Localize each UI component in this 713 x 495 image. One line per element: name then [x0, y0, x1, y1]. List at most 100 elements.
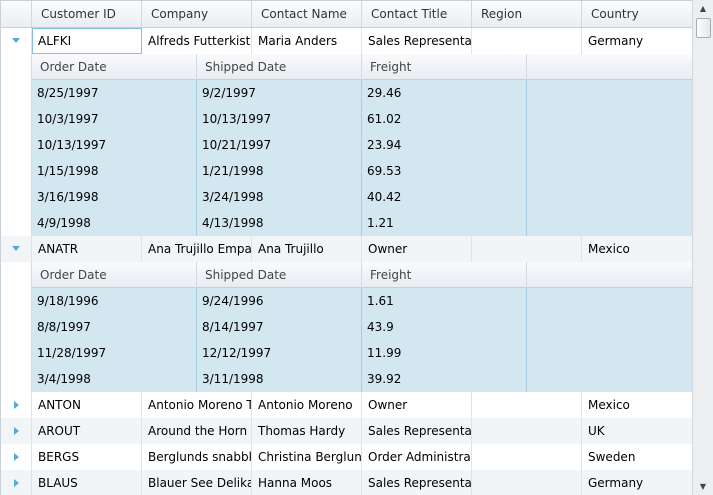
cell-shipped-date[interactable]: 12/12/1997: [197, 340, 362, 366]
header-contact-title[interactable]: Contact Title: [362, 1, 472, 27]
order-row[interactable]: 8/8/1997 8/14/1997 43.9: [32, 314, 692, 340]
cell-order-date[interactable]: 9/18/1996: [32, 288, 197, 314]
cell-freight[interactable]: 69.53: [362, 158, 527, 184]
expand-toggle[interactable]: [1, 444, 32, 470]
header-freight[interactable]: Freight: [362, 262, 527, 288]
cell-company[interactable]: Alfreds Futterkiste: [142, 28, 252, 54]
cell-order-date[interactable]: 8/8/1997: [32, 314, 197, 340]
cell-region[interactable]: [472, 470, 582, 495]
cell-order-date[interactable]: 8/25/1997: [32, 80, 197, 106]
table-row[interactable]: BLAUS Blauer See Delikatessen Hanna Moos…: [1, 470, 692, 495]
cell-company[interactable]: Berglunds snabbköp: [142, 444, 252, 470]
cell-region[interactable]: [472, 28, 582, 54]
header-shipped-date[interactable]: Shipped Date: [197, 54, 362, 80]
expand-toggle[interactable]: [1, 418, 32, 444]
header-customer-id[interactable]: Customer ID: [32, 1, 142, 27]
header-shipped-date[interactable]: Shipped Date: [197, 262, 362, 288]
table-row[interactable]: ALFKI Alfreds Futterkiste Maria Anders S…: [1, 28, 692, 54]
cell-country[interactable]: UK: [582, 418, 692, 444]
cell-region[interactable]: [472, 236, 582, 262]
header-order-date[interactable]: Order Date: [32, 262, 197, 288]
cell-freight[interactable]: 1.61: [362, 288, 527, 314]
cell-freight[interactable]: 39.92: [362, 366, 527, 392]
order-row[interactable]: 9/18/1996 9/24/1996 1.61: [32, 288, 692, 314]
header-freight[interactable]: Freight: [362, 54, 527, 80]
cell-customer-id[interactable]: ALFKI: [32, 28, 142, 54]
scroll-down-arrow-icon[interactable]: ▼: [693, 478, 713, 495]
cell-order-date[interactable]: 1/15/1998: [32, 158, 197, 184]
cell-region[interactable]: [472, 444, 582, 470]
cell-freight[interactable]: 1.21: [362, 210, 527, 236]
cell-contact-name[interactable]: Thomas Hardy: [252, 418, 362, 444]
cell-country[interactable]: Germany: [582, 28, 692, 54]
table-row[interactable]: ANTON Antonio Moreno Taquería Antonio Mo…: [1, 392, 692, 418]
cell-order-date[interactable]: 10/13/1997: [32, 132, 197, 158]
cell-shipped-date[interactable]: 10/13/1997: [197, 106, 362, 132]
scrollbar-thumb[interactable]: [696, 18, 711, 38]
cell-customer-id[interactable]: ANATR: [32, 236, 142, 262]
cell-shipped-date[interactable]: 4/13/1998: [197, 210, 362, 236]
cell-shipped-date[interactable]: 3/24/1998: [197, 184, 362, 210]
cell-order-date[interactable]: 10/3/1997: [32, 106, 197, 132]
cell-country[interactable]: Mexico: [582, 236, 692, 262]
order-row[interactable]: 3/16/1998 3/24/1998 40.42: [32, 184, 692, 210]
cell-customer-id[interactable]: AROUT: [32, 418, 142, 444]
cell-shipped-date[interactable]: 3/11/1998: [197, 366, 362, 392]
cell-company[interactable]: Antonio Moreno Taquería: [142, 392, 252, 418]
cell-country[interactable]: Sweden: [582, 444, 692, 470]
cell-company[interactable]: Blauer See Delikatessen: [142, 470, 252, 495]
expand-toggle[interactable]: [1, 470, 32, 495]
cell-shipped-date[interactable]: 9/2/1997: [197, 80, 362, 106]
expand-toggle[interactable]: [1, 28, 32, 54]
cell-freight[interactable]: 61.02: [362, 106, 527, 132]
cell-freight[interactable]: 29.46: [362, 80, 527, 106]
cell-contact-title[interactable]: Sales Representative: [362, 418, 472, 444]
cell-shipped-date[interactable]: 1/21/1998: [197, 158, 362, 184]
order-row[interactable]: 10/3/1997 10/13/1997 61.02: [32, 106, 692, 132]
order-row[interactable]: 1/15/1998 1/21/1998 69.53: [32, 158, 692, 184]
order-row[interactable]: 8/25/1997 9/2/1997 29.46: [32, 80, 692, 106]
cell-order-date[interactable]: 3/16/1998: [32, 184, 197, 210]
cell-freight[interactable]: 43.9: [362, 314, 527, 340]
table-row[interactable]: AROUT Around the Horn Thomas Hardy Sales…: [1, 418, 692, 444]
table-row[interactable]: ANATR Ana Trujillo Emparedados Ana Truji…: [1, 236, 692, 262]
header-region[interactable]: Region: [472, 1, 582, 27]
expand-toggle[interactable]: [1, 392, 32, 418]
customers-grid[interactable]: Customer ID Company Contact Name Contact…: [0, 0, 692, 495]
header-country[interactable]: Country: [582, 1, 692, 27]
cell-customer-id[interactable]: BLAUS: [32, 470, 142, 495]
cell-region[interactable]: [472, 418, 582, 444]
cell-freight[interactable]: 40.42: [362, 184, 527, 210]
cell-contact-name[interactable]: Maria Anders: [252, 28, 362, 54]
cell-contact-name[interactable]: Christina Berglund: [252, 444, 362, 470]
cell-order-date[interactable]: 4/9/1998: [32, 210, 197, 236]
cell-contact-name[interactable]: Antonio Moreno: [252, 392, 362, 418]
cell-shipped-date[interactable]: 9/24/1996: [197, 288, 362, 314]
vertical-scrollbar[interactable]: ▲ ▼: [692, 0, 713, 495]
cell-contact-name[interactable]: Hanna Moos: [252, 470, 362, 495]
cell-company[interactable]: Ana Trujillo Emparedados: [142, 236, 252, 262]
expand-toggle[interactable]: [1, 236, 32, 262]
cell-contact-title[interactable]: Sales Representative: [362, 470, 472, 495]
header-order-date[interactable]: Order Date: [32, 54, 197, 80]
cell-contact-name[interactable]: Ana Trujillo: [252, 236, 362, 262]
cell-contact-title[interactable]: Owner: [362, 236, 472, 262]
scroll-up-arrow-icon[interactable]: ▲: [693, 0, 713, 17]
cell-country[interactable]: Mexico: [582, 392, 692, 418]
cell-customer-id[interactable]: BERGS: [32, 444, 142, 470]
order-row[interactable]: 11/28/1997 12/12/1997 11.99: [32, 340, 692, 366]
cell-country[interactable]: Germany: [582, 470, 692, 495]
table-row[interactable]: BERGS Berglunds snabbköp Christina Bergl…: [1, 444, 692, 470]
order-row[interactable]: 3/4/1998 3/11/1998 39.92: [32, 366, 692, 392]
cell-contact-title[interactable]: Sales Representative: [362, 28, 472, 54]
cell-freight[interactable]: 23.94: [362, 132, 527, 158]
header-contact-name[interactable]: Contact Name: [252, 1, 362, 27]
cell-shipped-date[interactable]: 8/14/1997: [197, 314, 362, 340]
cell-region[interactable]: [472, 392, 582, 418]
cell-contact-title[interactable]: Owner: [362, 392, 472, 418]
cell-contact-title[interactable]: Order Administrator: [362, 444, 472, 470]
cell-customer-id[interactable]: ANTON: [32, 392, 142, 418]
cell-shipped-date[interactable]: 10/21/1997: [197, 132, 362, 158]
order-row[interactable]: 4/9/1998 4/13/1998 1.21: [32, 210, 692, 236]
order-row[interactable]: 10/13/1997 10/21/1997 23.94: [32, 132, 692, 158]
